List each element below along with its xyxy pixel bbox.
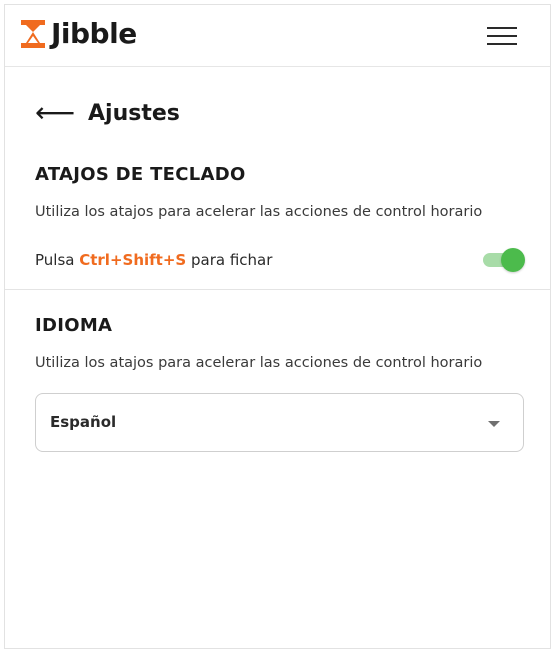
shortcuts-description: Utiliza los atajos para acelerar las acc…	[35, 204, 483, 220]
toggle-knob	[501, 248, 525, 272]
caret-down-icon	[488, 421, 500, 427]
hamburger-menu-icon[interactable]	[487, 27, 517, 47]
shortcut-toggle[interactable]	[483, 248, 525, 272]
shortcut-label: Pulsa Ctrl+Shift+S para fichar	[35, 251, 272, 269]
section-divider	[5, 289, 550, 290]
shortcut-key-combo: Ctrl+Shift+S	[79, 251, 187, 269]
language-selected-value: Español	[50, 413, 117, 431]
shortcuts-heading: ATAJOS DE TECLADO	[35, 164, 246, 185]
back-arrow-icon[interactable]: ⟵	[35, 97, 75, 129]
language-description: Utiliza los atajos para acelerar las acc…	[35, 355, 483, 371]
hourglass-icon	[19, 19, 47, 49]
language-select[interactable]: Español	[35, 393, 524, 452]
brand-name: Jibble	[51, 17, 137, 50]
language-heading: IDIOMA	[35, 315, 113, 336]
app-window: Jibble ⟵ Ajustes ATAJOS DE TECLADO Utili…	[4, 4, 551, 649]
shortcut-label-prefix: Pulsa	[35, 251, 80, 269]
shortcut-setting-row: Pulsa Ctrl+Shift+S para fichar	[35, 246, 525, 274]
logo[interactable]: Jibble	[19, 18, 137, 50]
shortcut-label-suffix: para fichar	[186, 251, 273, 269]
page-title: Ajustes	[88, 100, 180, 126]
header: Jibble	[5, 5, 550, 67]
page-header: ⟵ Ajustes	[35, 97, 180, 129]
